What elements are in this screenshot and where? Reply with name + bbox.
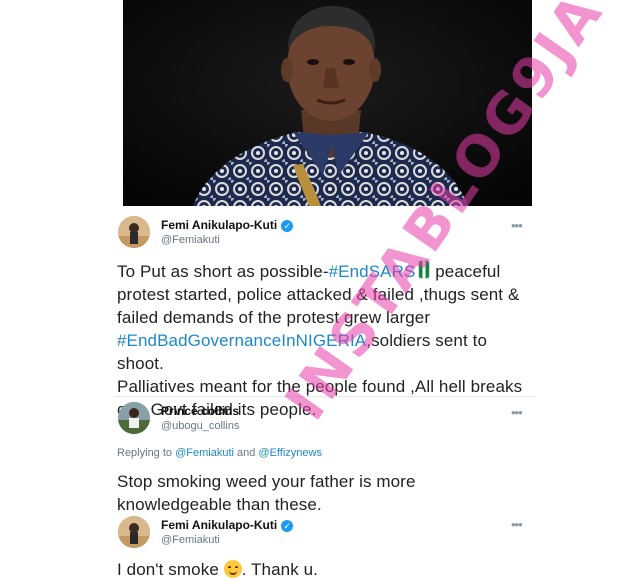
hashtag-link[interactable]: #EndSARS xyxy=(329,262,416,281)
verified-icon: ✓ xyxy=(281,219,294,232)
reply-line: Stop smoking weed your father is more xyxy=(117,472,416,491)
replying-to: Replying to @Femiakuti and @Effizynews xyxy=(117,447,322,459)
reply-text: I don't smoke . Thank u. xyxy=(117,560,318,579)
reply-author-handle[interactable]: @Femiakuti xyxy=(161,534,220,546)
reply-author-name[interactable]: Femi Anikulapo-Kuti ✓ xyxy=(161,518,294,532)
divider xyxy=(114,396,536,397)
mention-link[interactable]: @Effizynews xyxy=(258,447,322,459)
reply-author-handle[interactable]: @ubogu_collins xyxy=(161,420,239,432)
reply-line: knowledgeable than these. xyxy=(117,495,322,514)
tweet-line: Palliatives meant for the people found ,… xyxy=(117,377,523,396)
smiling-face-icon xyxy=(223,560,242,578)
reply-author-name[interactable]: Prince collins xyxy=(161,404,239,418)
more-options-icon[interactable]: ••• xyxy=(511,219,523,232)
tweet-line: #EndBadGovernanceInNIGERIA,soldiers sent… xyxy=(117,331,488,373)
header-photo xyxy=(123,0,532,206)
mention-link[interactable]: @Femiakuti xyxy=(175,447,234,459)
tweet-line: failed demands of the protest grew large… xyxy=(117,308,431,327)
reply-text: Stop smoking weed your father is more kn… xyxy=(117,470,537,516)
verified-icon: ✓ xyxy=(281,519,294,532)
tweet-line: protest started, police attacked & faile… xyxy=(117,285,520,304)
avatar[interactable] xyxy=(118,516,150,548)
tweet-line: To Put as short as possible-#EndSARS pea… xyxy=(117,260,501,281)
nigeria-flag-icon xyxy=(418,260,431,279)
tweet-author-name[interactable]: Femi Anikulapo-Kuti ✓ xyxy=(161,218,294,232)
avatar[interactable] xyxy=(118,216,150,248)
hashtag-link[interactable]: #EndBadGovernanceInNIGERIA xyxy=(117,331,366,350)
portrait-image xyxy=(123,0,532,206)
more-options-icon[interactable]: ••• xyxy=(511,518,523,531)
more-options-icon[interactable]: ••• xyxy=(511,406,523,419)
tweet-author-handle[interactable]: @Femiakuti xyxy=(161,234,220,246)
avatar[interactable] xyxy=(118,402,150,434)
